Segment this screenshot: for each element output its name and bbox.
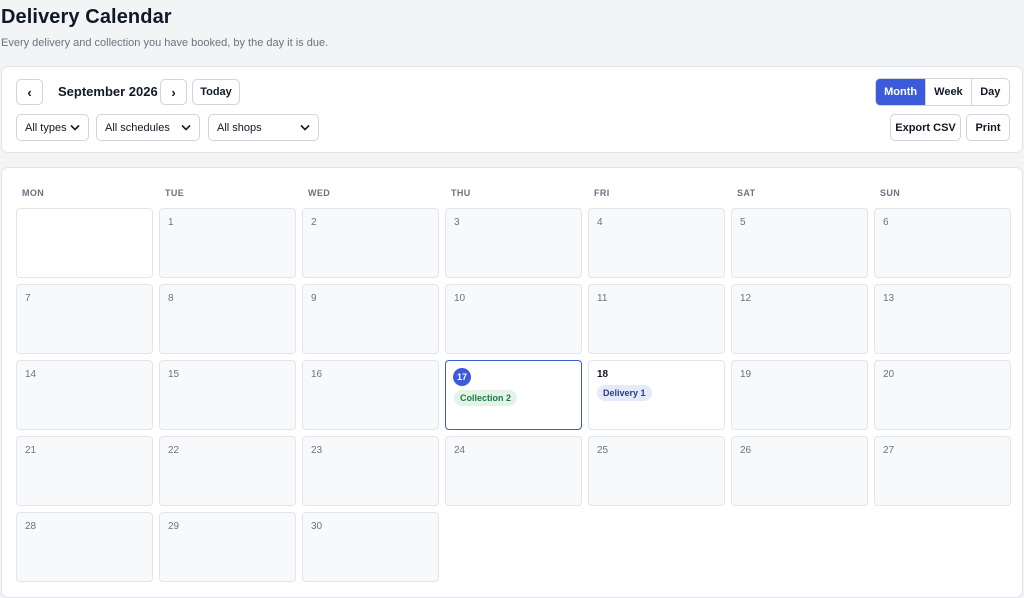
weekday-header: THU bbox=[451, 188, 471, 198]
day-number: 2 bbox=[311, 217, 317, 228]
day-number: 6 bbox=[883, 217, 889, 228]
day-number: 30 bbox=[311, 521, 323, 532]
view-week-button[interactable]: Week bbox=[925, 79, 970, 105]
weekday-header: TUE bbox=[165, 188, 185, 198]
day-cell[interactable]: 6 bbox=[874, 208, 1011, 278]
today-badge: 17 bbox=[453, 368, 471, 386]
day-cell[interactable]: 2 bbox=[302, 208, 439, 278]
chevron-down-icon bbox=[181, 124, 191, 131]
day-number: 29 bbox=[168, 521, 180, 532]
day-cell[interactable]: 23 bbox=[302, 436, 439, 506]
day-number: 21 bbox=[25, 445, 37, 456]
day-number: 14 bbox=[25, 369, 37, 380]
day-cell[interactable]: 20 bbox=[874, 360, 1011, 430]
weekday-header: FRI bbox=[594, 188, 610, 198]
month-grid: MON TUE WED THU FRI SAT SUN 1 2 3 4 5 6 7 8 9 10 11 12 13 14… bbox=[1, 167, 1023, 598]
chevron-down-icon bbox=[70, 124, 80, 131]
day-cell[interactable]: 16 bbox=[302, 360, 439, 430]
day-number: 7 bbox=[25, 293, 31, 304]
day-number: 15 bbox=[168, 369, 180, 380]
day-number: 9 bbox=[311, 293, 317, 304]
type-filter-select[interactable]: All types bbox=[16, 114, 89, 141]
day-number: 5 bbox=[740, 217, 746, 228]
day-number: 3 bbox=[454, 217, 460, 228]
day-cell[interactable]: 27 bbox=[874, 436, 1011, 506]
page-subtitle: Every delivery and collection you have b… bbox=[1, 37, 329, 49]
delivery-event-chip[interactable]: Delivery 1 bbox=[597, 385, 652, 401]
day-cell[interactable]: 9 bbox=[302, 284, 439, 354]
page-title: Delivery Calendar bbox=[1, 6, 172, 28]
weekday-header: SUN bbox=[880, 188, 901, 198]
day-number: 27 bbox=[883, 445, 895, 456]
day-number: 12 bbox=[740, 293, 752, 304]
day-cell[interactable]: 18 Delivery 1 bbox=[588, 360, 725, 430]
day-cell[interactable]: 13 bbox=[874, 284, 1011, 354]
day-cell[interactable]: 12 bbox=[731, 284, 868, 354]
type-filter-value: All types bbox=[25, 121, 67, 134]
day-cell[interactable]: 24 bbox=[445, 436, 582, 506]
day-number: 23 bbox=[311, 445, 323, 456]
day-number: 4 bbox=[597, 217, 603, 228]
view-month-button[interactable]: Month bbox=[876, 79, 926, 105]
chevron-down-icon bbox=[300, 124, 310, 131]
day-number: 22 bbox=[168, 445, 180, 456]
day-cell[interactable]: 30 bbox=[302, 512, 439, 582]
day-number: 25 bbox=[597, 445, 609, 456]
day-cell[interactable]: 14 bbox=[16, 360, 153, 430]
day-cell[interactable]: 10 bbox=[445, 284, 582, 354]
current-month-label: September 2026 bbox=[58, 84, 158, 99]
today-button[interactable]: Today bbox=[192, 79, 240, 105]
shop-filter-select[interactable]: All shops bbox=[208, 114, 319, 141]
day-number: 18 bbox=[597, 369, 609, 380]
calendar-toolbar: ‹ September 2026 › Today All types All s… bbox=[1, 66, 1023, 153]
day-cell[interactable]: 22 bbox=[159, 436, 296, 506]
day-number: 1 bbox=[168, 217, 174, 228]
day-cell[interactable]: 17 Collection 2 bbox=[445, 360, 582, 430]
day-number: 16 bbox=[311, 369, 323, 380]
weekday-header: SAT bbox=[737, 188, 756, 198]
day-cell[interactable]: 1 bbox=[159, 208, 296, 278]
empty-day-cell bbox=[16, 208, 153, 278]
export-csv-button[interactable]: Export CSV bbox=[890, 114, 961, 141]
day-cell[interactable]: 8 bbox=[159, 284, 296, 354]
day-cell[interactable]: 28 bbox=[16, 512, 153, 582]
day-number: 11 bbox=[597, 293, 608, 304]
day-cell[interactable]: 7 bbox=[16, 284, 153, 354]
weekday-header: MON bbox=[22, 188, 45, 198]
day-cell[interactable]: 11 bbox=[588, 284, 725, 354]
print-button[interactable]: Print bbox=[966, 114, 1010, 141]
day-cell[interactable]: 19 bbox=[731, 360, 868, 430]
day-number: 28 bbox=[25, 521, 37, 532]
day-cell[interactable]: 5 bbox=[731, 208, 868, 278]
day-cell[interactable]: 29 bbox=[159, 512, 296, 582]
day-cell[interactable]: 15 bbox=[159, 360, 296, 430]
day-number: 20 bbox=[883, 369, 895, 380]
day-number: 8 bbox=[168, 293, 174, 304]
day-cell[interactable]: 4 bbox=[588, 208, 725, 278]
day-number: 13 bbox=[883, 293, 895, 304]
day-number: 26 bbox=[740, 445, 752, 456]
shop-filter-value: All shops bbox=[217, 121, 262, 134]
next-month-button[interactable]: › bbox=[160, 79, 187, 105]
day-number: 19 bbox=[740, 369, 752, 380]
previous-month-button[interactable]: ‹ bbox=[16, 79, 43, 105]
day-cell[interactable]: 3 bbox=[445, 208, 582, 278]
schedule-filter-value: All schedules bbox=[105, 121, 170, 134]
weekday-header: WED bbox=[308, 188, 331, 198]
day-cell[interactable]: 26 bbox=[731, 436, 868, 506]
day-cell[interactable]: 25 bbox=[588, 436, 725, 506]
day-cell[interactable]: 21 bbox=[16, 436, 153, 506]
view-switcher: Month Week Day bbox=[875, 78, 1010, 106]
day-number: 24 bbox=[454, 445, 466, 456]
day-number: 10 bbox=[454, 293, 466, 304]
collection-event-chip[interactable]: Collection 2 bbox=[454, 390, 518, 406]
schedule-filter-select[interactable]: All schedules bbox=[96, 114, 200, 141]
view-day-button[interactable]: Day bbox=[970, 79, 1009, 105]
